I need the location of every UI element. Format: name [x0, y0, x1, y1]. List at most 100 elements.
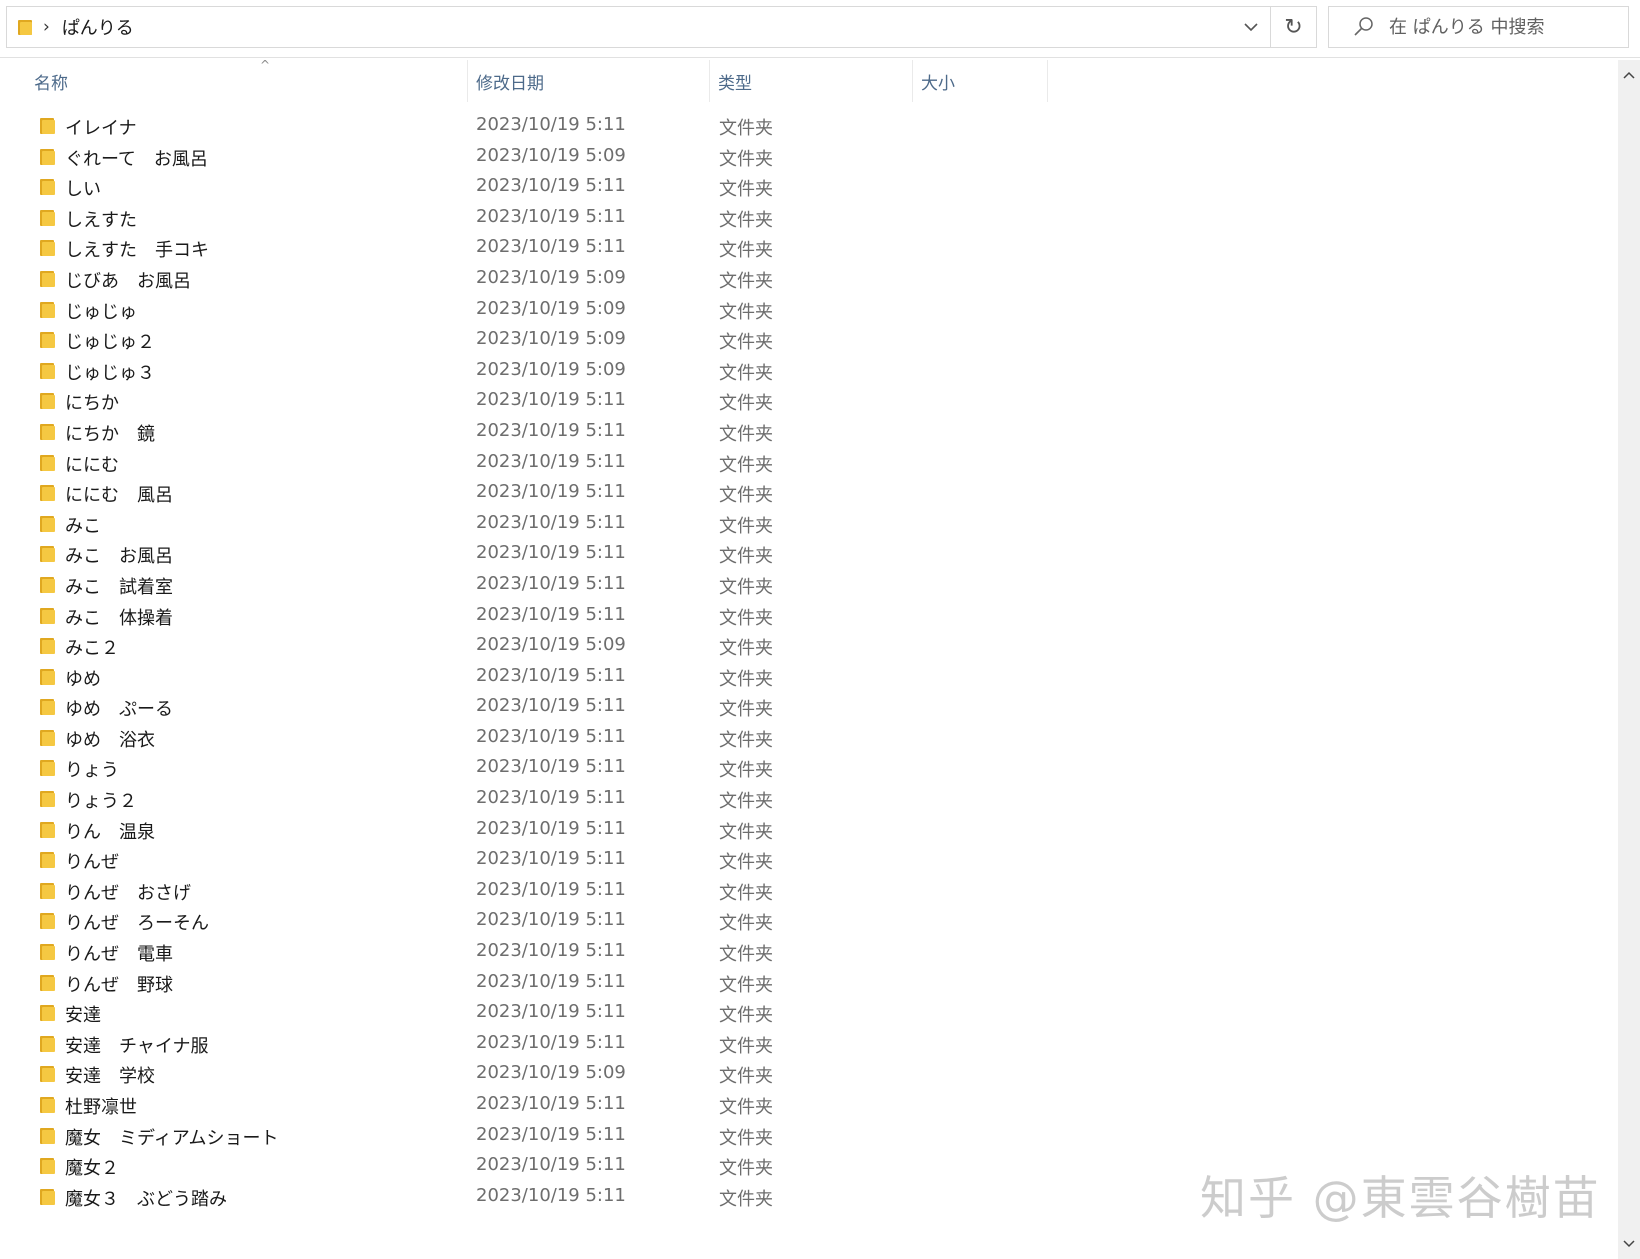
column-header-type[interactable]: 类型 — [710, 60, 913, 102]
column-header-size[interactable]: 大小 — [913, 60, 1048, 102]
list-item[interactable]: みこ 体操着 2023/10/19 5:11 文件夹 — [0, 599, 1618, 630]
list-item[interactable]: みこ 試着室 2023/10/19 5:11 文件夹 — [0, 568, 1618, 599]
file-name[interactable]: 安達 — [65, 1001, 101, 1027]
file-name[interactable]: ににむ — [65, 451, 119, 477]
file-name[interactable]: りんぜ ろーそん — [65, 909, 209, 935]
file-name[interactable]: みこ — [65, 512, 101, 538]
file-date: 2023/10/19 5:11 — [476, 450, 626, 472]
search-box[interactable] — [1328, 6, 1629, 48]
scroll-up-icon[interactable] — [1618, 64, 1640, 86]
file-name[interactable]: しえすた 手コキ — [65, 236, 209, 262]
file-name[interactable]: 安達 チャイナ服 — [65, 1032, 208, 1058]
file-type: 文件夹 — [719, 791, 773, 813]
file-list: イレイナ 2023/10/19 5:11 文件夹 ぐれーて お風呂 2023/10/19… — [0, 109, 1618, 1210]
chevron-down-icon[interactable] — [1232, 7, 1270, 47]
file-date: 2023/10/19 5:11 — [476, 848, 626, 870]
folder-icon — [39, 728, 56, 747]
list-item[interactable]: りんぜ ろーそん 2023/10/19 5:11 文件夹 — [0, 904, 1618, 935]
file-date: 2023/10/19 5:09 — [476, 358, 626, 380]
list-item[interactable]: ぐれーて お風呂 2023/10/19 5:09 文件夹 — [0, 140, 1618, 171]
file-name[interactable]: 魔女２ — [65, 1154, 119, 1180]
file-name[interactable]: じゅじゅ２ — [65, 328, 155, 354]
list-item[interactable]: りんぜ 野球 2023/10/19 5:11 文件夹 — [0, 966, 1618, 997]
list-item[interactable]: みこ お風呂 2023/10/19 5:11 文件夹 — [0, 537, 1618, 568]
file-name[interactable]: しえすた — [65, 206, 137, 232]
file-date: 2023/10/19 5:11 — [476, 940, 626, 962]
file-name[interactable]: みこ お風呂 — [65, 542, 173, 568]
folder-icon — [39, 881, 56, 900]
list-item[interactable]: ににむ 風呂 2023/10/19 5:11 文件夹 — [0, 476, 1618, 507]
list-item[interactable]: ゆめ 浴衣 2023/10/19 5:11 文件夹 — [0, 721, 1618, 752]
file-date: 2023/10/19 5:11 — [476, 572, 626, 594]
list-item[interactable]: 杜野凛世 2023/10/19 5:11 文件夹 — [0, 1088, 1618, 1119]
file-name[interactable]: りん 温泉 — [65, 818, 155, 844]
list-item[interactable]: しえすた 2023/10/19 5:11 文件夹 — [0, 201, 1618, 232]
file-name[interactable]: ぐれーて お風呂 — [65, 145, 208, 171]
file-name[interactable]: 杜野凛世 — [65, 1093, 137, 1119]
list-item[interactable]: 安達 学校 2023/10/19 5:09 文件夹 — [0, 1057, 1618, 1088]
file-name[interactable]: じゅじゅ — [65, 298, 137, 324]
file-name[interactable]: ゆめ ぷーる — [65, 695, 173, 721]
file-name[interactable]: 安達 学校 — [65, 1062, 155, 1088]
list-item[interactable]: じゅじゅ 2023/10/19 5:09 文件夹 — [0, 293, 1618, 324]
chevron-right-icon[interactable]: › — [43, 18, 50, 36]
file-type: 文件夹 — [719, 362, 773, 384]
list-item[interactable]: 魔女 ミディアムショート 2023/10/19 5:11 文件夹 — [0, 1119, 1618, 1150]
file-name[interactable]: りんぜ — [65, 848, 119, 874]
list-item[interactable]: じゅじゅ２ 2023/10/19 5:09 文件夹 — [0, 323, 1618, 354]
list-item[interactable]: しえすた 手コキ 2023/10/19 5:11 文件夹 — [0, 231, 1618, 262]
list-item[interactable]: ゆめ ぷーる 2023/10/19 5:11 文件夹 — [0, 690, 1618, 721]
file-name[interactable]: りんぜ おさげ — [65, 879, 191, 905]
list-item[interactable]: 安達 2023/10/19 5:11 文件夹 — [0, 996, 1618, 1027]
address-bar[interactable]: › ぱんりる ↻ — [6, 6, 1317, 48]
column-header-date[interactable]: 修改日期 — [468, 60, 710, 102]
file-name[interactable]: ゆめ 浴衣 — [65, 726, 155, 752]
scroll-down-icon[interactable] — [1618, 1233, 1640, 1255]
file-name[interactable]: りょう２ — [65, 787, 137, 813]
file-name[interactable]: しい — [65, 175, 101, 201]
column-header-name[interactable]: ^ 名称 — [22, 58, 468, 102]
file-name[interactable]: みこ 試着室 — [65, 573, 173, 599]
file-name[interactable]: りんぜ 電車 — [65, 940, 173, 966]
file-name[interactable]: みこ２ — [65, 634, 119, 660]
list-item[interactable]: りょう２ 2023/10/19 5:11 文件夹 — [0, 782, 1618, 813]
list-item[interactable]: ににむ 2023/10/19 5:11 文件夹 — [0, 446, 1618, 477]
file-name[interactable]: にちか — [65, 389, 119, 415]
list-item[interactable]: じびあ お風呂 2023/10/19 5:09 文件夹 — [0, 262, 1618, 293]
file-name[interactable]: にちか 鏡 — [65, 420, 155, 446]
file-name[interactable]: りんぜ 野球 — [65, 971, 173, 997]
vertical-scrollbar[interactable] — [1618, 60, 1640, 1259]
file-name[interactable]: ににむ 風呂 — [65, 481, 173, 507]
file-name[interactable]: 魔女 ミディアムショート — [65, 1124, 278, 1150]
file-type: 文件夹 — [719, 240, 773, 262]
list-item[interactable]: にちか 2023/10/19 5:11 文件夹 — [0, 384, 1618, 415]
refresh-icon[interactable]: ↻ — [1270, 7, 1316, 47]
list-item[interactable]: ゆめ 2023/10/19 5:11 文件夹 — [0, 660, 1618, 691]
file-name[interactable]: りょう — [65, 756, 119, 782]
list-item[interactable]: りんぜ 2023/10/19 5:11 文件夹 — [0, 843, 1618, 874]
file-type: 文件夹 — [719, 209, 773, 231]
list-item[interactable]: しい 2023/10/19 5:11 文件夹 — [0, 170, 1618, 201]
list-item[interactable]: りんぜ 電車 2023/10/19 5:11 文件夹 — [0, 935, 1618, 966]
file-name[interactable]: じゅじゅ３ — [65, 359, 155, 385]
file-name[interactable]: じびあ お風呂 — [65, 267, 191, 293]
file-name[interactable]: みこ 体操着 — [65, 604, 173, 630]
list-item[interactable]: にちか 鏡 2023/10/19 5:11 文件夹 — [0, 415, 1618, 446]
list-item[interactable]: 安達 チャイナ服 2023/10/19 5:11 文件夹 — [0, 1027, 1618, 1058]
list-item[interactable]: じゅじゅ３ 2023/10/19 5:09 文件夹 — [0, 354, 1618, 385]
list-item[interactable]: みこ２ 2023/10/19 5:09 文件夹 — [0, 629, 1618, 660]
file-name[interactable]: 魔女３ ぶどう踏み — [65, 1185, 227, 1211]
breadcrumb[interactable]: ぱんりる — [62, 14, 134, 40]
file-date: 2023/10/19 5:11 — [476, 909, 626, 931]
list-item[interactable]: イレイナ 2023/10/19 5:11 文件夹 — [0, 109, 1618, 140]
list-item[interactable]: りん 温泉 2023/10/19 5:11 文件夹 — [0, 813, 1618, 844]
file-name[interactable]: イレイナ — [65, 114, 137, 140]
file-name[interactable]: ゆめ — [65, 665, 101, 691]
list-item[interactable]: りょう 2023/10/19 5:11 文件夹 — [0, 751, 1618, 782]
file-date: 2023/10/19 5:11 — [476, 1154, 626, 1176]
column-header-size-label: 大小 — [921, 73, 955, 94]
file-date: 2023/10/19 5:11 — [476, 205, 626, 227]
search-input[interactable] — [1389, 16, 1619, 38]
list-item[interactable]: みこ 2023/10/19 5:11 文件夹 — [0, 507, 1618, 538]
list-item[interactable]: りんぜ おさげ 2023/10/19 5:11 文件夹 — [0, 874, 1618, 905]
